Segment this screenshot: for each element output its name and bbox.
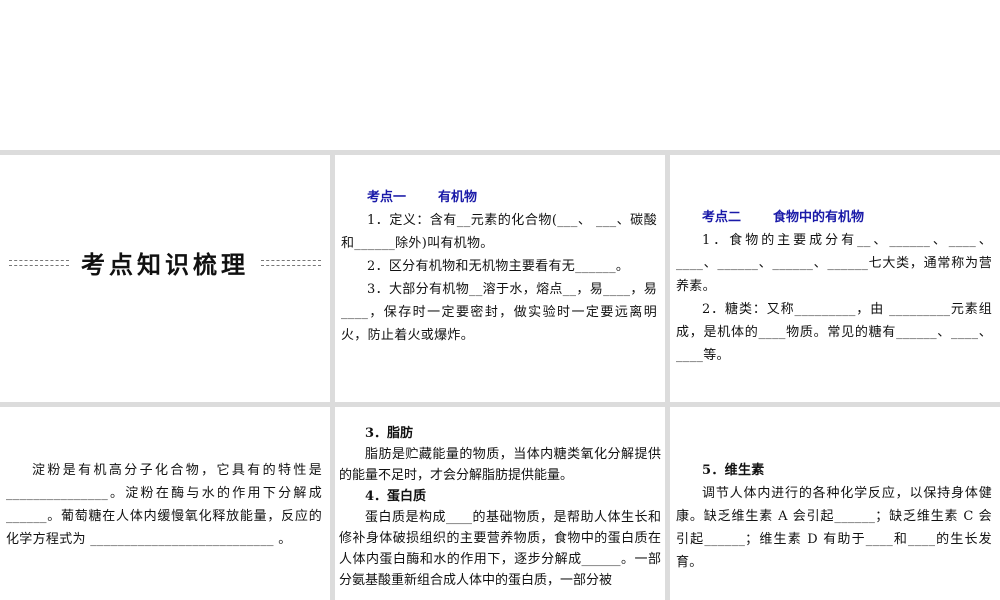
section2-panel[interactable]: 考点二 食物中的有机物 1．食物的主要成分有__、______、____、____… — [670, 155, 1000, 402]
title-banner: 考点知识梳理 — [0, 245, 330, 280]
paragraph: 淀粉是有机高分子化合物，它具有的特性是_______________。淀粉在酶与… — [6, 463, 322, 547]
protein-heading: 4．蛋白质 — [365, 489, 427, 504]
starch-panel[interactable]: 淀粉是有机高分子化合物，它具有的特性是_______________。淀粉在酶与… — [0, 407, 330, 600]
fat-heading: 3．脂肪 — [365, 426, 414, 441]
paragraph: 3．大部分有机物__溶于水，熔点__，易____，易____，保存时一定要密封，… — [341, 282, 657, 343]
paragraph: 蛋白质是构成____的基础物质，是帮助人体生长和修补身体破损组织的主要营养物质，… — [339, 510, 661, 588]
cover-panel[interactable]: 考点知识梳理 — [0, 155, 330, 402]
section-title: 食物中的有机物 — [773, 210, 865, 225]
fat-protein-panel[interactable]: 3．脂肪 脂肪是贮藏能量的物质，当体内糖类氧化分解提供的能量不足时，才会分解脂肪… — [335, 407, 665, 600]
slide-title: 考点知识梳理 — [81, 251, 249, 279]
vitamin-heading: 5．维生素 — [702, 463, 765, 478]
section1-heading: 考点一 有机物 — [341, 186, 657, 209]
section-title: 有机物 — [438, 190, 478, 205]
paragraph: 2．区分有机物和无机物主要看有无______。 — [367, 259, 630, 274]
paragraph: 2．糖类：又称_________，由 _________元素组成，是机体的___… — [676, 302, 992, 363]
paragraph: 调节人体内进行的各种化学反应，以保持身体健康。缺乏维生素 A 会引起______… — [676, 486, 992, 570]
vitamin-panel[interactable]: 5．维生素 调节人体内进行的各种化学反应，以保持身体健康。缺乏维生素 A 会引起… — [670, 407, 1000, 600]
section2-heading: 考点二 食物中的有机物 — [676, 206, 992, 229]
section-number: 考点二 — [702, 210, 742, 225]
dashed-divider-left — [9, 259, 69, 266]
paragraph: 1．定义：含有__元素的化合物(___、 ___、碳酸和______除外)叫有机… — [341, 213, 657, 251]
paragraph: 1．食物的主要成分有__、______、____、____、______、___… — [676, 233, 992, 294]
section-number: 考点一 — [367, 190, 407, 205]
dashed-divider-right — [261, 259, 321, 266]
paragraph: 脂肪是贮藏能量的物质，当体内糖类氧化分解提供的能量不足时，才会分解脂肪提供能量。 — [339, 447, 661, 483]
section1-panel[interactable]: 考点一 有机物 1．定义：含有__元素的化合物(___、 ___、碳酸和_____… — [335, 155, 665, 402]
